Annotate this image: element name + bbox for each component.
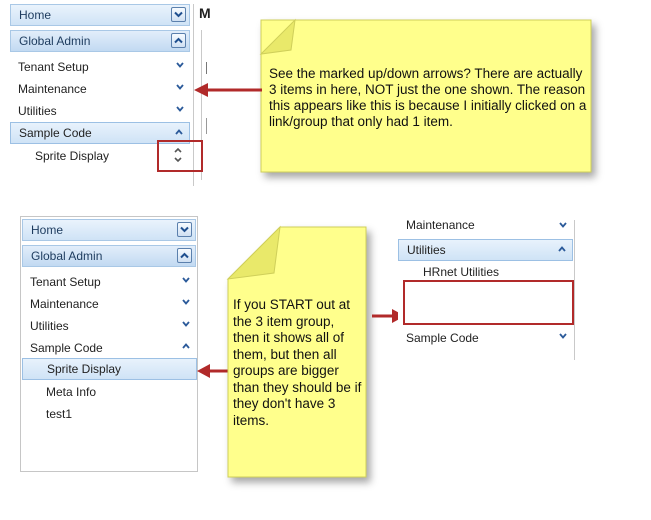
chevron-down-icon [559,333,567,339]
nav-item-label: Maintenance [18,82,87,96]
chevron-down-icon [176,84,184,90]
chevron-up-icon [558,246,566,252]
home-header-label: Home [31,223,64,237]
nav-item-label: Maintenance [406,218,475,232]
sticky-note-top-text: See the marked up/down arrows? There are… [269,66,587,129]
sub-item-meta-info[interactable]: Meta Info [46,381,166,403]
nav-item-label: Tenant Setup [30,275,101,289]
nav-item-tenant-setup[interactable]: Tenant Setup [10,56,190,78]
chevron-up-icon [182,343,190,349]
content-tick-2 [206,118,207,134]
expand-button[interactable] [177,222,192,237]
nav-item-tenant-setup[interactable]: Tenant Setup [22,271,196,293]
sticky-note-bottom-text: If you START out at the 3 item group, th… [233,297,362,428]
nav-item-sample-code[interactable]: Sample Code [398,327,573,349]
sub-item-test1[interactable]: test1 [46,403,166,425]
bottom-accordion-panel: Home Global Admin Tenant Setup Maintenan… [20,216,198,472]
nav-item-label: Sample Code [19,126,92,140]
chevron-down-icon [182,321,190,327]
chevron-down-icon [176,106,184,112]
chevron-down-icon [182,299,190,305]
nav-item-label: Sample Code [406,331,479,345]
chevron-down-icon [176,62,184,68]
global-admin-label: Global Admin [19,34,91,48]
red-arrow-left-icon [194,83,262,97]
nav-item-maintenance[interactable]: Maintenance [10,78,190,100]
global-admin-label: Global Admin [31,249,103,263]
right-panel-border [574,220,575,360]
collapse-button[interactable] [177,248,192,263]
chevron-up-icon [174,37,183,44]
chevron-up-icon [175,129,183,135]
chevron-down-icon [174,11,183,18]
content-tick-1 [206,62,207,74]
nav-item-label: Tenant Setup [18,60,89,74]
nav-item-label: Utilities [18,104,57,118]
chevron-up-icon [180,252,189,259]
nav-item-utilities[interactable]: Utilities [22,315,196,337]
chevron-down-icon [180,226,189,233]
nav-item-sample-code[interactable]: Sample Code [22,337,196,359]
nav-item-maintenance[interactable]: Maintenance [398,218,573,234]
home-header[interactable]: Home [22,219,196,241]
nav-item-label: Utilities [30,319,69,333]
chevron-down-icon [182,277,190,283]
nav-item-label: Utilities [407,243,446,257]
sub-item-sprite-display[interactable]: Sprite Display [35,145,155,167]
nav-item-label: Sample Code [30,341,103,355]
content-title-truncated: M [199,5,211,21]
collapse-button[interactable] [171,33,186,48]
expand-button[interactable] [171,7,186,22]
red-arrow-left-icon [197,364,228,378]
highlight-box-right [403,280,574,325]
chevron-down-icon [559,222,567,228]
highlight-box-top [157,140,203,172]
nav-item-label: Maintenance [30,297,99,311]
nav-item-utilities[interactable]: Utilities [10,100,190,122]
global-admin-header[interactable]: Global Admin [10,30,190,52]
nav-item-maintenance[interactable]: Maintenance [22,293,196,315]
home-header-label: Home [19,8,52,22]
sub-item-sprite-display[interactable]: Sprite Display [22,358,197,380]
nav-item-utilities[interactable]: Utilities [398,239,573,261]
home-header[interactable]: Home [10,4,190,26]
global-admin-header[interactable]: Global Admin [22,245,196,267]
